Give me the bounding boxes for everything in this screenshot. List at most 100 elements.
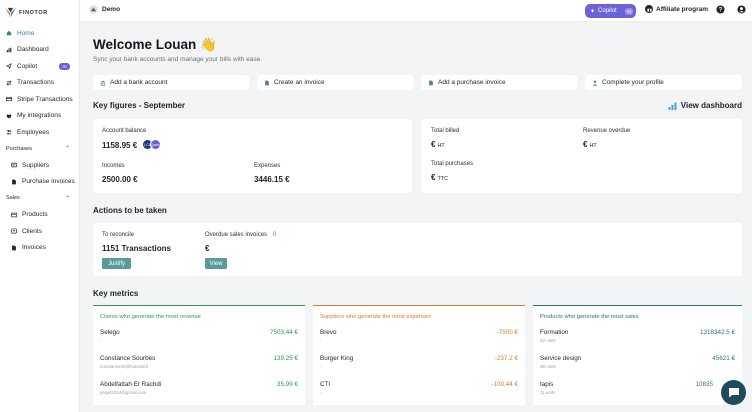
top-products-card: Products who generate the most sales For… [533, 305, 742, 405]
bar-chart-icon [668, 102, 677, 110]
invoice-icon [265, 80, 269, 85]
sparkle-icon: ✦ [590, 8, 596, 15]
list-item[interactable]: Service design 38 units 45621 € [540, 355, 735, 369]
sidebar-section-sales[interactable]: Sales ⌃ [0, 190, 80, 207]
user-account-icon[interactable] [737, 5, 746, 14]
box-icon [11, 212, 17, 218]
complete-profile-button[interactable]: Complete your profile [585, 75, 742, 90]
help-icon[interactable]: ? [716, 5, 725, 14]
sidebar-item-label: Purchase invoices [22, 178, 75, 186]
list-item[interactable]: Burger King - -237.2 € [320, 355, 518, 369]
sidebar-item-label: My integrations [17, 112, 62, 120]
sidebar-item-label: Stripe Transactions [17, 95, 73, 103]
sidebar-item-stripe-transactions[interactable]: Stripe Transactions [0, 91, 80, 108]
view-dashboard-link[interactable]: View dashboard [668, 101, 742, 110]
actions-card: To reconcile 1151 Transactions Justify O… [93, 223, 742, 276]
key-metrics-title: Key metrics [93, 289, 139, 298]
ai-badge: AI [624, 7, 633, 15]
card-title: Clients who generate the most revenue [100, 314, 201, 320]
supplier-sub: - [320, 364, 322, 369]
sidebar-item-employees[interactable]: Employees [0, 124, 80, 141]
section-title: Purchases [6, 145, 32, 152]
suppliers-icon [11, 162, 17, 168]
client-revenue: 139.25 € [273, 355, 298, 362]
add-purchase-invoice-button[interactable]: Add a purchase invoice [421, 75, 577, 90]
view-overdue-button[interactable]: View [205, 258, 227, 269]
finotor-logo-icon [5, 7, 16, 18]
total-purchases-label: Total purchases [431, 161, 474, 167]
supplier-expense: -237.2 € [494, 355, 518, 362]
ai-badge: AI [59, 62, 70, 70]
sidebar-item-copilot[interactable]: Copilot AI [0, 58, 80, 75]
swap-icon [6, 80, 12, 86]
key-figures-title: Key figures - September [93, 101, 186, 110]
product-sales: 1318342.5 € [699, 329, 735, 336]
supplier-sub: - [320, 338, 322, 343]
document-icon [429, 80, 433, 85]
list-item[interactable]: Abdelfattah Er Rachdi projet2024@gmail.c… [100, 381, 298, 395]
currency-symbol: € [583, 140, 588, 149]
create-invoice-button[interactable]: Create an invoice [257, 75, 413, 90]
add-bank-account-button[interactable]: Add a bank account [93, 75, 249, 90]
bank-icon [100, 80, 106, 86]
org-switcher[interactable]: Demo [89, 5, 120, 14]
button-label: Complete your profile [602, 79, 664, 86]
unit-label: TTC [437, 176, 449, 182]
brand-name: FINOTOR [19, 9, 48, 16]
expenses-label: Expenses [254, 163, 281, 169]
affiliate-program-link[interactable]: Affiliate program [645, 5, 708, 13]
section-title: Sales [6, 195, 20, 202]
sidebar-item-dashboard[interactable]: Dashboard [0, 42, 80, 59]
sidebar-item-suppliers[interactable]: Suppliers [0, 157, 80, 174]
unit-label: HT [589, 143, 597, 149]
card-title: Products who generate the most sales [540, 314, 639, 320]
view-dashboard-label: View dashboard [680, 101, 742, 110]
sidebar-item-label: Transactions [17, 79, 54, 87]
overdue-sales-invoices-label: Overdue sales invoices 0 [205, 232, 276, 238]
product-name: Service design [540, 355, 582, 362]
page-subtitle: Sync your bank accounts and manage your … [93, 56, 263, 63]
total-billed-value: € HT [431, 140, 445, 149]
list-item[interactable]: tapis 11 units 10835 [540, 381, 735, 395]
copilot-label: Copilot [598, 8, 617, 14]
product-sales: 10835 [695, 381, 713, 388]
sidebar-item-clients[interactable]: Clients [0, 223, 80, 240]
sidebar-item-label: Employees [17, 128, 50, 136]
client-icon [11, 228, 17, 234]
invoice-icon [11, 245, 17, 251]
button-label: Add a purchase invoice [438, 79, 506, 86]
bank-avatars[interactable]: LCL Qonto [142, 139, 161, 150]
list-item[interactable]: Selego - 7503.44 € [100, 329, 298, 343]
list-item[interactable]: Brevo - -7500 € [320, 329, 518, 343]
client-email: projet2024@gmail.com [100, 390, 147, 395]
chat-support-button[interactable] [721, 380, 746, 405]
sidebar-item-label: Copilot [17, 62, 38, 70]
list-item[interactable]: Constance Sourbes constance20@hotmail.fr… [100, 355, 298, 369]
sidebar-section-purchases[interactable]: Purchases ⌃ [0, 141, 80, 158]
send-icon [6, 63, 12, 70]
button-label: Create an invoice [274, 79, 325, 86]
client-revenue: 35.99 € [276, 381, 298, 388]
sidebar-item-integrations[interactable]: My integrations [0, 108, 80, 125]
chat-bubble-icon [728, 388, 739, 398]
justify-button[interactable]: Justify [102, 258, 131, 269]
sidebar-item-products[interactable]: Products [0, 207, 80, 224]
supplier-sub: - [320, 390, 322, 395]
overdue-count-badge: 0 [273, 232, 277, 238]
list-item[interactable]: Formation 62 units 1318342.5 € [540, 329, 735, 343]
sidebar-item-label: Home [17, 29, 35, 37]
topbar: Demo ✦ Copilot AI Affiliate program ? [80, 0, 752, 22]
sidebar-item-purchase-invoices[interactable]: Purchase invoices [0, 174, 80, 191]
sidebar-item-home[interactable]: Home [0, 25, 80, 42]
brand-logo[interactable]: FINOTOR [5, 7, 48, 18]
supplier-name: Burger King [320, 355, 354, 362]
user-icon [592, 80, 598, 86]
currency-symbol: € [431, 140, 436, 149]
sidebar-item-invoices[interactable]: Invoices [0, 240, 80, 257]
copilot-button[interactable]: ✦ Copilot AI [585, 4, 636, 18]
sidebar: FINOTOR Home Dashboard Copilot AI Transa… [0, 0, 80, 412]
sidebar-item-transactions[interactable]: Transactions [0, 75, 80, 92]
top-clients-card: Clients who generate the most revenue Se… [93, 305, 305, 405]
list-item[interactable]: CTI - -100.44 € [320, 381, 518, 395]
sidebar-item-label: Clients [22, 227, 42, 235]
